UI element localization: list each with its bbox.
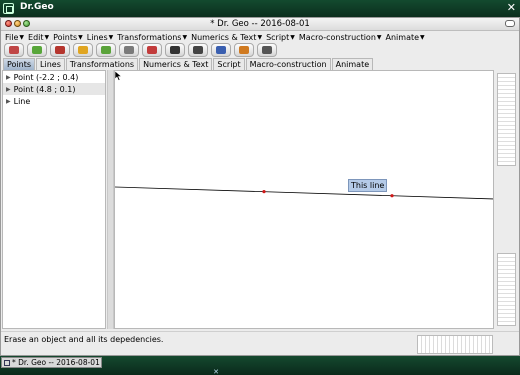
save-icon: [55, 46, 65, 54]
toolbar: [4, 43, 518, 57]
color-button[interactable]: [234, 43, 254, 57]
redo-icon: [101, 46, 111, 54]
app-window: * Dr. Geo -- 2016-08-01 File ▼ Edit ▼ Points…: [0, 17, 520, 356]
tree-item-label: Point (-2.2 ; 0.4): [13, 72, 79, 82]
menu-animate[interactable]: Animate ▼: [386, 33, 425, 42]
menu-label: File: [5, 32, 19, 42]
expand-icon[interactable]: [505, 20, 515, 27]
erase-button[interactable]: [142, 43, 162, 57]
side-scroll-panel[interactable]: [495, 70, 518, 329]
browse-button[interactable]: [4, 43, 24, 57]
erase-icon: [147, 46, 157, 54]
expand-arrow-icon[interactable]: ▶: [6, 98, 11, 105]
menu-bar: File ▼ Edit ▼ Points ▼ Lines ▼ Transformations ▼ N…: [1, 31, 519, 43]
open-button[interactable]: [27, 43, 47, 57]
chevron-down-icon: ▼: [290, 33, 295, 41]
chevron-down-icon: ▼: [78, 33, 83, 41]
open-icon: [32, 46, 42, 54]
taskbar-item[interactable]: * Dr. Geo -- 2016-08-01: [1, 357, 102, 368]
window-manager-bar: Dr.Geo ✕: [0, 0, 520, 17]
canvas-drawing: [115, 186, 494, 200]
mouse-cursor-icon: [115, 71, 122, 81]
expand-arrow-icon[interactable]: ▶: [6, 74, 11, 81]
tooltip: This line: [348, 179, 388, 192]
app-icon: [3, 3, 14, 14]
chevron-down-icon: ▼: [420, 33, 425, 41]
tree-item[interactable]: ▶ Line: [3, 95, 105, 107]
menu-label: Animate: [385, 32, 420, 42]
redo-button[interactable]: [96, 43, 116, 57]
scale-button[interactable]: [188, 43, 208, 57]
tab-lines[interactable]: Lines: [36, 58, 65, 70]
point-object-2[interactable]: [390, 194, 394, 198]
tree-item[interactable]: ▶ Point (-2.2 ; 0.4): [3, 71, 105, 83]
tool-tabs: Points Lines Transformations Numerics & Tex…: [3, 58, 374, 70]
document-title: * Dr. Geo -- 2016-08-01: [210, 19, 310, 29]
status-bar: Erase an object and all its depedencies.: [1, 331, 519, 355]
wm-close-button[interactable]: ✕: [507, 1, 516, 14]
scroll-grip-bottom[interactable]: [497, 253, 516, 326]
wm-title: Dr.Geo: [20, 2, 54, 12]
menu-label: Numerics & Text: [191, 32, 257, 42]
menu-file[interactable]: File ▼: [5, 33, 24, 42]
taskbar: * Dr. Geo -- 2016-08-01 ✕: [0, 356, 520, 375]
menu-label: Lines: [86, 32, 108, 42]
menu-label: Points: [53, 32, 78, 42]
tree-item-label: Line: [13, 96, 31, 106]
menu-points[interactable]: Points ▼: [53, 33, 83, 42]
style-icon: [216, 46, 226, 54]
expand-arrow-icon[interactable]: ▶: [6, 86, 11, 93]
menu-edit[interactable]: Edit ▼: [28, 33, 49, 42]
browse-icon: [9, 46, 19, 54]
scale-icon: [193, 46, 203, 54]
close-icon[interactable]: ✕: [209, 368, 223, 375]
save-button[interactable]: [50, 43, 70, 57]
grid-button[interactable]: [119, 43, 139, 57]
object-tree[interactable]: ▶ Point (-2.2 ; 0.4) ▶ Point (4.8 ; 0.1) ▶ Li…: [2, 70, 106, 329]
pane-splitter[interactable]: [107, 70, 114, 329]
line-object[interactable]: [115, 186, 494, 200]
chevron-down-icon: ▼: [108, 33, 114, 41]
tab-points[interactable]: Points: [3, 58, 36, 70]
tab-script[interactable]: Script: [213, 58, 245, 70]
grid-icon: [124, 46, 134, 54]
tab-macro-construction[interactable]: Macro-construction: [245, 58, 331, 70]
menu-transformations[interactable]: Transformations ▼: [117, 33, 187, 42]
tab-transformations[interactable]: Transformations: [65, 58, 139, 70]
chevron-down-icon: ▼: [44, 33, 50, 41]
move-icon: [170, 46, 180, 54]
edit-icon: [262, 46, 272, 54]
menu-label: Script: [266, 32, 290, 42]
tree-item[interactable]: ▶ Point (4.8 ; 0.1): [3, 83, 105, 95]
point-object-1[interactable]: [262, 190, 266, 194]
taskbar-item-label: * Dr. Geo -- 2016-08-01: [12, 358, 100, 367]
status-message: Erase an object and all its depedencies.: [4, 335, 164, 344]
window-icon: [4, 360, 10, 366]
undo-icon: [78, 46, 88, 54]
chevron-down-icon: ▼: [376, 33, 382, 41]
scroll-grip-top[interactable]: [497, 73, 516, 166]
menu-numerics-text[interactable]: Numerics & Text ▼: [191, 33, 262, 42]
menu-label: Transformations: [117, 32, 182, 42]
chevron-down-icon: ▼: [257, 33, 263, 41]
move-button[interactable]: [165, 43, 185, 57]
undo-button[interactable]: [73, 43, 93, 57]
status-grip: [417, 335, 493, 354]
color-icon: [239, 46, 249, 54]
geometry-canvas[interactable]: This line: [114, 70, 494, 329]
chevron-down-icon: ▼: [182, 33, 188, 41]
menu-lines[interactable]: Lines ▼: [87, 33, 113, 42]
menu-script[interactable]: Script ▼: [266, 33, 295, 42]
tab-numerics-text[interactable]: Numerics & Text: [139, 58, 213, 70]
app-title-bar: * Dr. Geo -- 2016-08-01: [1, 18, 519, 31]
edit-button[interactable]: [257, 43, 277, 57]
menu-label: Edit: [28, 32, 44, 42]
menu-label: Macro-construction: [298, 32, 376, 42]
chevron-down-icon: ▼: [19, 33, 25, 41]
style-button[interactable]: [211, 43, 231, 57]
tab-animate[interactable]: Animate: [331, 58, 374, 70]
tree-item-label: Point (4.8 ; 0.1): [13, 84, 76, 94]
menu-macro-construction[interactable]: Macro-construction ▼: [299, 33, 382, 42]
